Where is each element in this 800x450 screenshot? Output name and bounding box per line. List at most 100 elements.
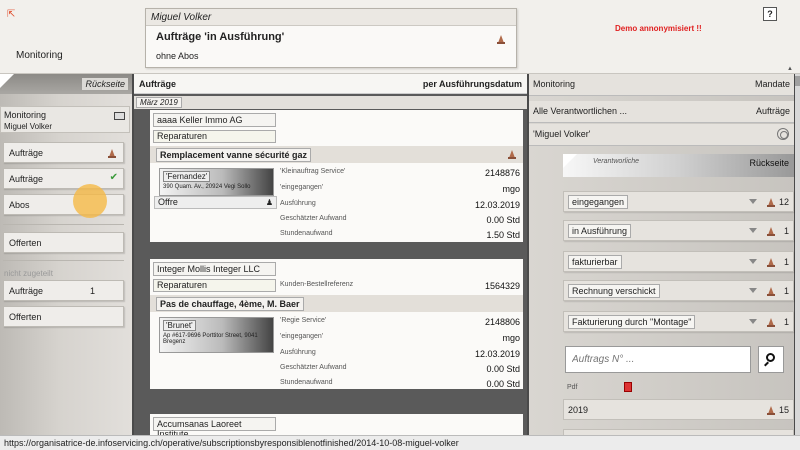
orders-list: Aufträge per Ausführungsdatum März 2019 … xyxy=(134,74,527,439)
status-row-fakturierung-montage[interactable]: Fakturierung durch "Montage" 1 xyxy=(563,311,794,332)
demo-notice: Demo annonymisiert !! xyxy=(615,24,702,33)
order-field-row: Ausführung 12.03.2019 xyxy=(280,349,520,359)
cone-icon xyxy=(767,258,775,267)
client-card[interactable]: 'Fernandez' 390 Quam. Av., 20924 Vegi So… xyxy=(159,168,274,196)
responsible-subheader: Verantworliche Rückseite xyxy=(563,154,794,177)
row-label: Alle Verantwortlichen ... xyxy=(533,106,628,116)
order-field-row: 'eingegangen' mgo xyxy=(280,333,520,343)
order-card[interactable]: Accumsanas Laoreet Institute xyxy=(150,414,523,439)
subheader-label: Verantworliche xyxy=(593,158,640,165)
filter-icon[interactable] xyxy=(749,199,757,204)
status-count: 1 xyxy=(783,257,789,267)
status-label: Fakturierung durch "Montage" xyxy=(568,315,696,329)
client-address: 390 Quam. Av., 20924 Vegi Sollo xyxy=(163,184,251,190)
sidebar-item-unassigned-auftraege[interactable]: Aufträge 1 xyxy=(3,280,124,301)
card-title: Aufträge 'in Ausführung' xyxy=(156,31,285,43)
order-company[interactable]: aaaa Keller Immo AG xyxy=(153,113,276,127)
divider xyxy=(3,224,124,225)
status-count: 1 xyxy=(783,317,789,327)
status-row-rechnung-verschickt[interactable]: Rechnung verschickt 1 xyxy=(563,280,794,301)
order-field-row: Stundenaufwand 1.50 Std xyxy=(280,230,520,240)
sidebar-item-label: Offerten xyxy=(9,312,42,322)
year-count: 15 xyxy=(778,405,789,415)
order-search-input[interactable] xyxy=(565,346,751,373)
cone-icon xyxy=(497,35,505,44)
filter-icon[interactable] xyxy=(749,319,757,324)
help-button[interactable]: ? xyxy=(763,7,777,21)
responsible-filter-row[interactable]: Alle Verantwortlichen ... Aufträge xyxy=(529,101,794,123)
corner-fold-icon[interactable] xyxy=(0,74,14,88)
back-arrow-icon[interactable]: ⇱ xyxy=(7,9,15,20)
order-field-row: Stundenaufwand 0.00 Std xyxy=(280,379,520,389)
cone-icon xyxy=(767,406,775,415)
status-count: 1 xyxy=(783,286,789,296)
status-row-in-ausfuehrung[interactable]: in Ausführung 1 xyxy=(563,220,794,241)
sidebar-item-label: Offerten xyxy=(9,238,42,248)
sidebar-item-offerten[interactable]: Offerten xyxy=(3,232,124,253)
row-value: Aufträge xyxy=(755,106,790,116)
sidebar-item-auftraege-done[interactable]: Aufträge ✔ xyxy=(3,168,124,189)
client-card[interactable]: 'Brunet' Ap #617-9696 Porttitor Street, … xyxy=(159,317,274,353)
status-label: eingegangen xyxy=(568,195,629,209)
page-scrollbar[interactable] xyxy=(795,74,800,435)
check-icon: ✔ xyxy=(109,172,118,183)
person-icon: ♟ xyxy=(265,198,273,207)
status-row-fakturierbar[interactable]: fakturierbar 1 xyxy=(563,251,794,272)
list-sort-label[interactable]: per Ausführungsdatum xyxy=(423,79,522,89)
client-name: 'Fernandez' xyxy=(163,171,211,182)
client-address: Ap #617-9696 Porttitor Street, 9041 Breg… xyxy=(163,333,258,345)
sidebar-back-button[interactable]: Rückseite xyxy=(82,78,128,90)
year-row-2019[interactable]: 2019 15 xyxy=(563,399,794,420)
filter-icon[interactable] xyxy=(749,228,757,233)
sidebar-item-unassigned-offerten[interactable]: Offerten xyxy=(3,306,124,327)
status-label: fakturierbar xyxy=(568,255,622,269)
order-field-row: Ausführung 12.03.2019 xyxy=(280,200,520,210)
order-title[interactable]: Pas de chauffage, 4ème, M. Baer xyxy=(156,297,304,311)
context-card: Miguel Volker Aufträge 'in Ausführung' o… xyxy=(145,8,517,68)
sidebar-item-label: Aufträge xyxy=(9,286,44,296)
card-subtitle: ohne Abos xyxy=(156,51,199,61)
target-icon[interactable] xyxy=(777,128,789,140)
monitoring-panel[interactable]: Monitoring Miguel Volker xyxy=(0,106,130,133)
order-type: Reparaturen xyxy=(153,279,276,292)
app-header: ⇱ Monitoring Miguel Volker Aufträge 'in … xyxy=(0,0,800,74)
status-count: 1 xyxy=(783,226,789,236)
cursor-highlight xyxy=(73,184,107,218)
list-title: Aufträge xyxy=(139,79,177,89)
row-value: Mandate xyxy=(754,79,790,89)
sidebar-item-label: Aufträge xyxy=(9,174,44,184)
order-company[interactable]: Accumsanas Laoreet Institute xyxy=(153,417,276,439)
monitor-user: Miguel Volker xyxy=(4,122,53,131)
sidebar-item-auftraege[interactable]: Aufträge xyxy=(3,142,124,163)
pdf-label: Pdf xyxy=(567,384,578,391)
status-row-eingegangen[interactable]: eingegangen 12 xyxy=(563,191,794,212)
cone-icon xyxy=(767,198,775,207)
row-label: Monitoring xyxy=(533,79,576,89)
selected-user-row[interactable]: 'Miguel Volker' xyxy=(529,124,794,146)
unassigned-section-label: nicht zugeteilt xyxy=(4,269,53,278)
offer-link[interactable]: Offre ♟ xyxy=(154,196,277,209)
search-button[interactable] xyxy=(758,346,784,373)
order-card[interactable]: Integer Mollis Integer LLC Reparaturen K… xyxy=(150,259,523,389)
order-field-row: Kunden-Bestellreferenz 1564329 xyxy=(280,281,520,291)
order-card[interactable]: aaaa Keller Immo AG Reparaturen Remplace… xyxy=(150,110,523,242)
monitor-title: Monitoring xyxy=(4,110,47,120)
filter-icon[interactable] xyxy=(749,288,757,293)
monitoring-row[interactable]: Monitoring Mandate xyxy=(529,74,794,96)
pdf-icon[interactable] xyxy=(624,382,632,392)
status-label: in Ausführung xyxy=(568,224,632,238)
subheader-back-button[interactable]: Rückseite xyxy=(749,158,789,168)
left-sidebar: Rückseite Monitoring Miguel Volker Auftr… xyxy=(0,74,132,435)
status-url: https://organisatrice-de.infoservicing.c… xyxy=(0,435,800,450)
order-title[interactable]: Remplacement vanne sécurité gaz xyxy=(156,148,312,162)
status-count: 12 xyxy=(778,197,789,207)
filter-icon[interactable] xyxy=(749,259,757,264)
order-field-row: Geschätzter Aufwand 0.00 Std xyxy=(280,215,520,225)
order-title-bar: Remplacement vanne sécurité gaz xyxy=(150,146,523,163)
corner-fold-icon[interactable] xyxy=(563,154,577,168)
scrollbar-thumb[interactable] xyxy=(795,76,800,86)
scroll-up-arrow-icon[interactable]: ▲ xyxy=(787,66,793,72)
cone-icon xyxy=(767,318,775,327)
order-title-bar: Pas de chauffage, 4ème, M. Baer xyxy=(150,295,523,312)
order-company[interactable]: Integer Mollis Integer LLC xyxy=(153,262,276,276)
